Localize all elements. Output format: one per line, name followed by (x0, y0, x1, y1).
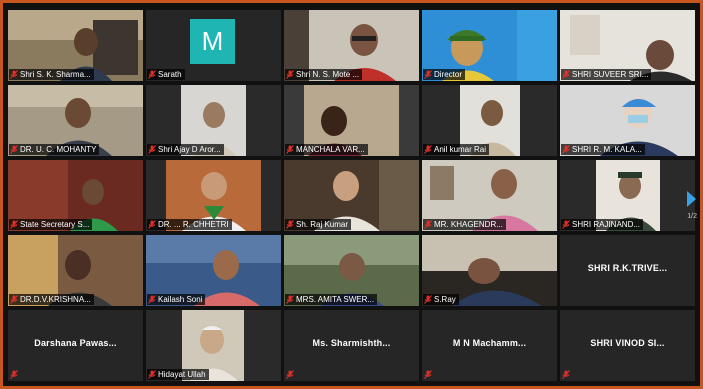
participant-tile-no-video[interactable]: SHRI VINOD SI... (560, 310, 695, 381)
participant-name-label: Director (423, 69, 466, 80)
participant-name-centered: SHRI VINOD SI... (590, 338, 665, 348)
participant-tile[interactable]: DR.D.V.KRISHNA... (8, 235, 143, 306)
participant-tile[interactable]: Sh. Raj Kumar (284, 160, 419, 231)
next-page-arrow-icon[interactable] (684, 189, 698, 209)
muted-mic-icon (148, 370, 156, 379)
gallery-window: Shri S. K. Sharma... M Sarath Shri N. S.… (0, 0, 703, 389)
participant-name-label: Sh. Raj Kumar (285, 219, 352, 230)
participant-name-label (285, 369, 297, 380)
participant-name-label (561, 369, 573, 380)
participant-tile[interactable]: S.Ray (422, 235, 557, 306)
participant-name-label: SHRI SUVEER SRI... (561, 69, 652, 80)
participant-tile[interactable]: DR. ... R. CHHETRI (146, 160, 281, 231)
muted-mic-icon (10, 295, 18, 304)
participant-tile[interactable]: SHRI SUVEER SRI... (560, 10, 695, 81)
muted-mic-icon (286, 70, 294, 79)
muted-mic-icon (424, 70, 432, 79)
participant-tile-no-video[interactable]: Ms. Sharmishth... (284, 310, 419, 381)
participant-tile[interactable]: SHRI R. M. KALA... (560, 85, 695, 156)
participant-name-label: MANCHALA VAR... (285, 144, 368, 155)
participant-name-label: MRS. AMITA SWER... (285, 294, 378, 305)
participant-tile-no-video[interactable]: M N Machamm... (422, 310, 557, 381)
participant-tile[interactable]: MR. KHAGENDR... (422, 160, 557, 231)
participant-name-label: DR. U. C. MOHANTY (9, 144, 100, 155)
muted-mic-icon (562, 370, 570, 379)
participant-tile[interactable]: Shri S. K. Sharma... (8, 10, 143, 81)
participant-tile-no-video[interactable]: Darshana Pawas... (8, 310, 143, 381)
participant-tile[interactable]: Shri N. S. Mote ... (284, 10, 419, 81)
participant-tile[interactable]: MANCHALA VAR... (284, 85, 419, 156)
avatar: M (190, 19, 235, 64)
participant-tile[interactable]: Anil kumar Rai (422, 85, 557, 156)
participant-tile[interactable]: Shri Ajay D Aror... (146, 85, 281, 156)
participant-name-label: SHRI R. M. KALA... (561, 144, 645, 155)
participant-name-centered: M N Machamm... (452, 338, 527, 348)
participant-tile[interactable]: MRS. AMITA SWER... (284, 235, 419, 306)
muted-mic-icon (424, 220, 432, 229)
muted-mic-icon (148, 220, 156, 229)
participant-tile[interactable]: M Sarath (146, 10, 281, 81)
participant-name-label: Kailash Soni (147, 294, 206, 305)
participant-tile[interactable]: Hidayat Ullah (146, 310, 281, 381)
muted-mic-icon (424, 370, 432, 379)
participant-name-label: DR. ... R. CHHETRI (147, 219, 232, 230)
page-indicator: 1/2 (687, 213, 697, 220)
muted-mic-icon (10, 70, 18, 79)
muted-mic-icon (148, 70, 156, 79)
participant-name-centered: Ms. Sharmishth... (312, 338, 391, 348)
muted-mic-icon (286, 145, 294, 154)
participant-name-label: Shri Ajay D Aror... (147, 144, 224, 155)
participant-tile[interactable]: State Secretary S... (8, 160, 143, 231)
participant-name-label (423, 369, 435, 380)
participant-tile[interactable]: SHRI RAJINAND... (560, 160, 695, 231)
muted-mic-icon (562, 145, 570, 154)
muted-mic-icon (562, 70, 570, 79)
muted-mic-icon (286, 220, 294, 229)
participant-name-centered: Darshana Pawas... (34, 338, 117, 348)
participant-name-label: DR.D.V.KRISHNA... (9, 294, 94, 305)
participant-name-label: Hidayat Ullah (147, 369, 209, 380)
muted-mic-icon (286, 370, 294, 379)
participant-tile-active-speaker[interactable]: DR. U. C. MOHANTY (8, 85, 143, 156)
participant-name-label: Shri S. K. Sharma... (9, 69, 94, 80)
participant-name-label: Anil kumar Rai (423, 144, 490, 155)
muted-mic-icon (424, 145, 432, 154)
muted-mic-icon (10, 370, 18, 379)
muted-mic-icon (10, 145, 18, 154)
muted-mic-icon (286, 295, 294, 304)
muted-mic-icon (10, 220, 18, 229)
muted-mic-icon (148, 145, 156, 154)
participant-name-label: Sarath (147, 69, 185, 80)
participant-name-label: State Secretary S... (9, 219, 93, 230)
muted-mic-icon (148, 295, 156, 304)
participant-name-label (9, 369, 21, 380)
participant-name-label: MR. KHAGENDR... (423, 219, 506, 230)
participant-name-label: SHRI RAJINAND... (561, 219, 644, 230)
muted-mic-icon (562, 220, 570, 229)
participant-grid: Shri S. K. Sharma... M Sarath Shri N. S.… (8, 10, 696, 386)
participant-tile[interactable]: Director (422, 10, 557, 81)
participant-name-label: Shri N. S. Mote ... (285, 69, 363, 80)
participant-tile-no-video[interactable]: SHRI R.K.TRIVE... (560, 235, 695, 306)
participant-name-label: S.Ray (423, 294, 459, 305)
participant-tile[interactable]: Kailash Soni (146, 235, 281, 306)
participant-name-centered: SHRI R.K.TRIVE... (587, 263, 668, 273)
muted-mic-icon (424, 295, 432, 304)
